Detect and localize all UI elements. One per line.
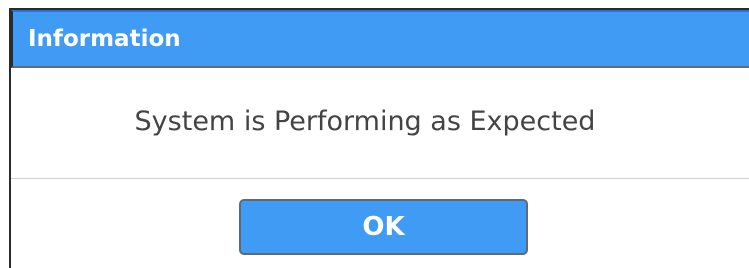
dialog-message: System is Performing as Expected bbox=[134, 106, 596, 137]
dialog-title: Information bbox=[28, 26, 181, 52]
ok-button[interactable]: OK bbox=[239, 199, 528, 255]
information-dialog: Information System is Performing as Expe… bbox=[0, 0, 749, 268]
dialog-divider bbox=[11, 178, 749, 179]
dialog-titlebar: Information bbox=[11, 10, 749, 68]
